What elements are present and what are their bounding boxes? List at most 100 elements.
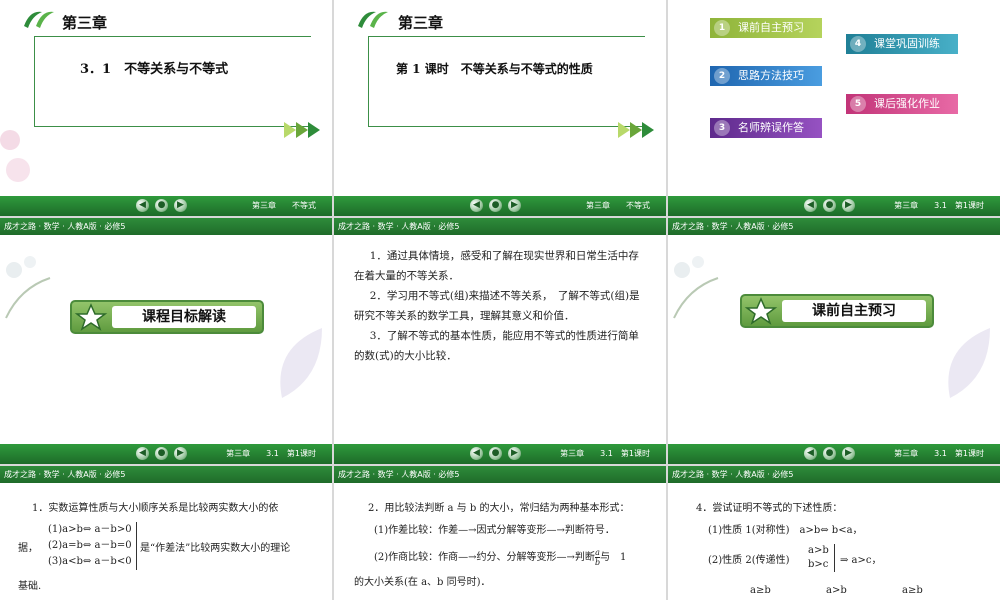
next-arrow-icon[interactable]: ▶ <box>842 199 855 212</box>
bottom-bar: ◀ ● ▶ 第三章 3.1 第1课时 <box>668 444 1000 464</box>
footer-label: 第三章 不等式 <box>252 201 316 210</box>
intro-text: 2．用比较法判断 a 与 b 的大小，常归结为两种基本形式： <box>368 503 630 514</box>
property-3-cond-c: a≥b <box>902 585 923 596</box>
swoosh-decoration-icon <box>358 11 388 28</box>
slide-objectives-text[interactable]: 成才之路 · 数学 · 人教A版 · 必修5 1．通过具体情境，感受和了解在现实… <box>334 218 666 464</box>
nav-buttons: ◀ ● ▶ <box>136 447 196 461</box>
banner-label: 课前自主预习 <box>782 300 926 322</box>
menu-item-2[interactable]: 2 思路方法技巧 <box>710 66 822 86</box>
leaf-decoration-icon <box>948 328 990 398</box>
condition-line: a>b <box>808 545 829 556</box>
slide-comparison-methods[interactable]: 成才之路 · 数学 · 人教A版 · 必修5 2．用比较法判断 a 与 b 的大… <box>334 466 666 600</box>
property-2-label: (2)性质 2(传递性) <box>708 555 790 566</box>
footer-label: 第三章 3.1 第1课时 <box>894 201 984 210</box>
method-difference: (1)作差比较：作差—→因式分解等变形—→判断符号． <box>374 525 615 536</box>
method-quotient: (2)作商比较：作商—→约分、分解等变形—→判断 a b 与 1 <box>374 548 627 567</box>
home-icon[interactable]: ● <box>489 199 502 212</box>
slide-menu[interactable]: 1 课前自主预习 2 思路方法技巧 3 名师辨误作答 4 课堂巩固训练 5 课后强化作业 … <box>668 0 1000 216</box>
method-note: 的大小关系(在 a、b 同号时)． <box>354 577 491 588</box>
top-bar: 成才之路 · 数学 · 人教A版 · 必修5 <box>668 466 1000 483</box>
prev-arrow-icon[interactable]: ◀ <box>136 447 149 460</box>
property-3-cond-a: a≥b <box>750 585 771 596</box>
chapter-heading: 第三章 <box>398 14 444 32</box>
bottom-bar: ◀ ● ▶ 第三章 3.1 第1课时 <box>0 444 332 464</box>
top-bar: 成才之路 · 数学 · 人教A版 · 必修5 <box>334 466 666 483</box>
footer-label: 第三章 3.1 第1课时 <box>226 449 316 458</box>
property-2-result: ⇒ a>c， <box>840 555 882 566</box>
next-arrow-icon[interactable]: ▶ <box>842 447 855 460</box>
section-title: 3．1 不等关系与不等式 <box>80 62 229 77</box>
prev-arrow-icon[interactable]: ◀ <box>470 447 483 460</box>
top-bar: 成才之路 · 数学 · 人教A版 · 必修5 <box>0 466 332 483</box>
home-icon[interactable]: ● <box>155 199 168 212</box>
lesson-title: 第 1 课时 不等关系与不等式的性质 <box>396 62 593 76</box>
prev-arrow-icon[interactable]: ◀ <box>804 447 817 460</box>
slide-objectives-banner[interactable]: 成才之路 · 数学 · 人教A版 · 必修5 课程目标解读 ◀ ● ▶ 第三章 … <box>0 218 332 464</box>
nav-buttons: ◀ ● ▶ <box>804 447 864 461</box>
condition-line: b>c <box>808 559 829 570</box>
swoosh-decoration-icon <box>24 11 54 28</box>
rule-line: (2)a=b⇔ a－b=0 <box>48 540 132 551</box>
menu-item-1[interactable]: 1 课前自主预习 <box>710 18 822 38</box>
property-1: (1)性质 1(对称性) a>b⇔ b<a， <box>708 525 863 536</box>
prev-arrow-icon[interactable]: ◀ <box>136 199 149 212</box>
home-icon[interactable]: ● <box>489 447 502 460</box>
prev-arrow-icon[interactable]: ◀ <box>804 199 817 212</box>
bottom-bar: ◀ ● ▶ 第三章 不等式 <box>0 196 332 216</box>
objective-item: 2．学习用不等式(组)来描述不等关系， 了解不等式(组)是研究不等关系的数学工具… <box>354 290 640 322</box>
rules-block: (1)a>b⇔ a－b>0 (2)a=b⇔ a－b=0 (3)a<b⇔ a－b<… <box>48 522 137 570</box>
leaf-decoration-icon <box>280 328 322 398</box>
objective-item: 3．了解不等式的基本性质，能应用不等式的性质进行简单的数(式)的大小比较． <box>354 330 639 362</box>
menu-item-5[interactable]: 5 课后强化作业 <box>846 94 958 114</box>
next-arrow-icon[interactable]: ▶ <box>174 447 187 460</box>
top-bar: 成才之路 · 数学 · 人教A版 · 必修5 <box>0 218 332 235</box>
footer-label: 第三章 不等式 <box>586 201 650 210</box>
title-frame <box>368 36 645 127</box>
slide-chapter-title[interactable]: 第三章 3．1 不等关系与不等式 ◀ ● ▶ 第三章 不等式 <box>0 0 332 216</box>
banner-label: 课程目标解读 <box>112 306 256 328</box>
prev-arrow-icon[interactable]: ◀ <box>470 199 483 212</box>
rule-line: (3)a<b⇔ a－b<0 <box>48 556 132 567</box>
left-label: 据， <box>18 543 38 554</box>
objective-item: 1．通过具体情境，感受和了解在现实世界和日常生活中存在着大量的不等关系． <box>354 250 639 282</box>
flower-decoration-icon <box>5 256 51 319</box>
slide-preview-banner[interactable]: 成才之路 · 数学 · 人教A版 · 必修5 课前自主预习 ◀ ● ▶ 第三章 … <box>668 218 1000 464</box>
section-banner: 课前自主预习 <box>740 294 934 328</box>
title-frame <box>34 36 311 127</box>
rule-line: (1)a>b⇔ a－b>0 <box>48 524 132 535</box>
flower-decoration-icon <box>673 256 719 319</box>
footer-label: 第三章 3.1 第1课时 <box>894 449 984 458</box>
nav-buttons: ◀ ● ▶ <box>470 447 530 461</box>
menu-item-3[interactable]: 3 名师辨误作答 <box>710 118 822 138</box>
section-banner: 课程目标解读 <box>70 300 264 334</box>
top-bar: 成才之路 · 数学 · 人教A版 · 必修5 <box>668 218 1000 235</box>
tail-text: 基础. <box>18 581 42 592</box>
slide-comparison-basis[interactable]: 成才之路 · 数学 · 人教A版 · 必修5 1．实数运算性质与大小顺序关系是比… <box>0 466 332 600</box>
intro-text: 4．尝试证明不等式的下述性质： <box>696 503 843 514</box>
objectives-list: 1．通过具体情境，感受和了解在现实世界和日常生活中存在着大量的不等关系． 2．学… <box>354 246 646 366</box>
bottom-bar: ◀ ● ▶ 第三章 3.1 第1课时 <box>668 196 1000 216</box>
next-arrow-icon[interactable]: ▶ <box>508 447 521 460</box>
property-3-cond-b: a>b <box>826 585 847 596</box>
right-label: 是“作差法”比较两实数大小的理论 <box>140 543 291 554</box>
nav-buttons: ◀ ● ▶ <box>470 199 530 213</box>
chapter-heading: 第三章 <box>62 14 108 32</box>
nav-buttons: ◀ ● ▶ <box>136 199 196 213</box>
next-arrow-icon[interactable]: ▶ <box>508 199 521 212</box>
star-icon <box>74 303 108 331</box>
bottom-bar: ◀ ● ▶ 第三章 不等式 <box>334 196 666 216</box>
bottom-bar: ◀ ● ▶ 第三章 3.1 第1课时 <box>334 444 666 464</box>
home-icon[interactable]: ● <box>823 447 836 460</box>
flower-decoration-icon <box>0 130 30 182</box>
next-arrow-icon[interactable]: ▶ <box>174 199 187 212</box>
star-icon <box>744 297 778 325</box>
footer-label: 第三章 3.1 第1课时 <box>560 449 650 458</box>
nav-buttons: ◀ ● ▶ <box>804 199 864 213</box>
top-bar: 成才之路 · 数学 · 人教A版 · 必修5 <box>334 218 666 235</box>
property-2-conditions: a>b b>c <box>808 544 835 572</box>
home-icon[interactable]: ● <box>823 199 836 212</box>
slide-lesson-title[interactable]: 第三章 第 1 课时 不等关系与不等式的性质 ◀ ● ▶ 第三章 不等式 <box>334 0 666 216</box>
home-icon[interactable]: ● <box>155 447 168 460</box>
menu-item-4[interactable]: 4 课堂巩固训练 <box>846 34 958 54</box>
slide-properties[interactable]: 成才之路 · 数学 · 人教A版 · 必修5 4．尝试证明不等式的下述性质： (… <box>668 466 1000 600</box>
